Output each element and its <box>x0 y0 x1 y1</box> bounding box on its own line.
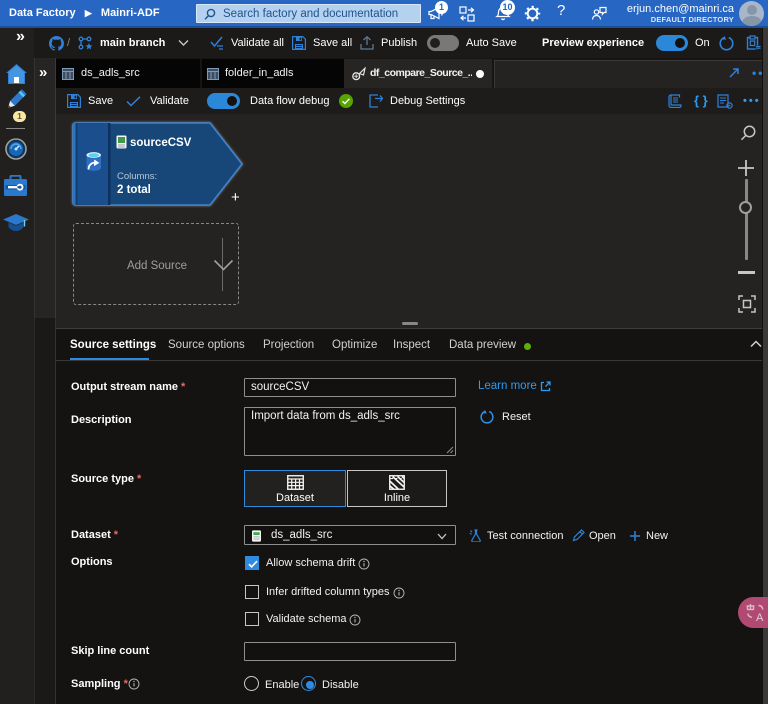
svg-text:Columns:: Columns: <box>117 171 157 182</box>
svg-text:sourceCSV: sourceCSV <box>130 137 192 149</box>
svg-text:2 total: 2 total <box>117 184 151 196</box>
svg-text:+: + <box>231 189 240 206</box>
svg-text:A: A <box>756 612 764 623</box>
